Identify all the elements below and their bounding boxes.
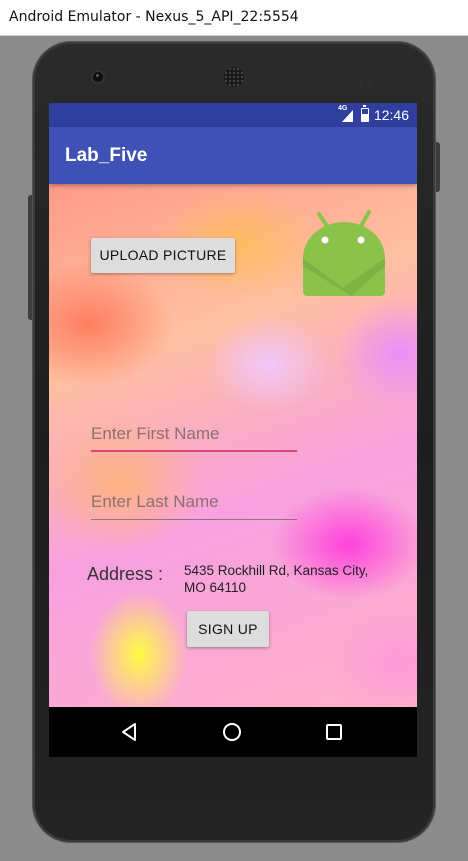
home-icon[interactable] xyxy=(221,721,243,743)
device-screen: 4G 12:46 Lab_Five UPLOAD PICTURE Enter F… xyxy=(49,103,417,757)
first-name-underline xyxy=(91,450,297,452)
proximity-sensor xyxy=(358,73,380,86)
back-icon[interactable] xyxy=(119,721,141,743)
address-value: 5435 Rockhill Rd, Kansas City, MO 64110 xyxy=(184,562,394,596)
battery-icon xyxy=(360,105,369,122)
cell-signal-icon: 4G xyxy=(338,105,356,123)
earpiece-speaker-icon xyxy=(224,67,244,87)
first-name-input[interactable]: Enter First Name xyxy=(91,424,297,452)
address-label: Address : xyxy=(87,564,164,584)
sign-up-button[interactable]: SIGN UP xyxy=(187,611,269,647)
app-bar: Lab_Five xyxy=(49,127,417,184)
upload-picture-button[interactable]: UPLOAD PICTURE xyxy=(91,238,235,273)
android-robot-icon[interactable] xyxy=(301,208,385,300)
form-content: UPLOAD PICTURE Enter First Name Enter La… xyxy=(49,184,417,707)
first-name-placeholder: Enter First Name xyxy=(91,424,220,443)
recent-apps-icon[interactable] xyxy=(323,721,345,743)
front-camera-icon xyxy=(93,72,103,82)
emulator-title: Android Emulator - Nexus_5_API_22:5554 xyxy=(9,9,299,25)
status-bar: 4G 12:46 xyxy=(49,103,417,127)
app-title: Lab_Five xyxy=(65,145,148,166)
navigation-bar xyxy=(49,707,417,757)
address-line-1: 5435 Rockhill Rd, Kansas City, xyxy=(184,563,369,578)
address-line-2: MO 64110 xyxy=(184,580,247,595)
last-name-placeholder: Enter Last Name xyxy=(91,492,219,511)
emulator-title-bar: Android Emulator - Nexus_5_API_22:5554 xyxy=(0,0,468,36)
status-time: 12:46 xyxy=(373,107,409,123)
last-name-input[interactable]: Enter Last Name xyxy=(91,492,297,520)
last-name-underline xyxy=(91,519,297,520)
